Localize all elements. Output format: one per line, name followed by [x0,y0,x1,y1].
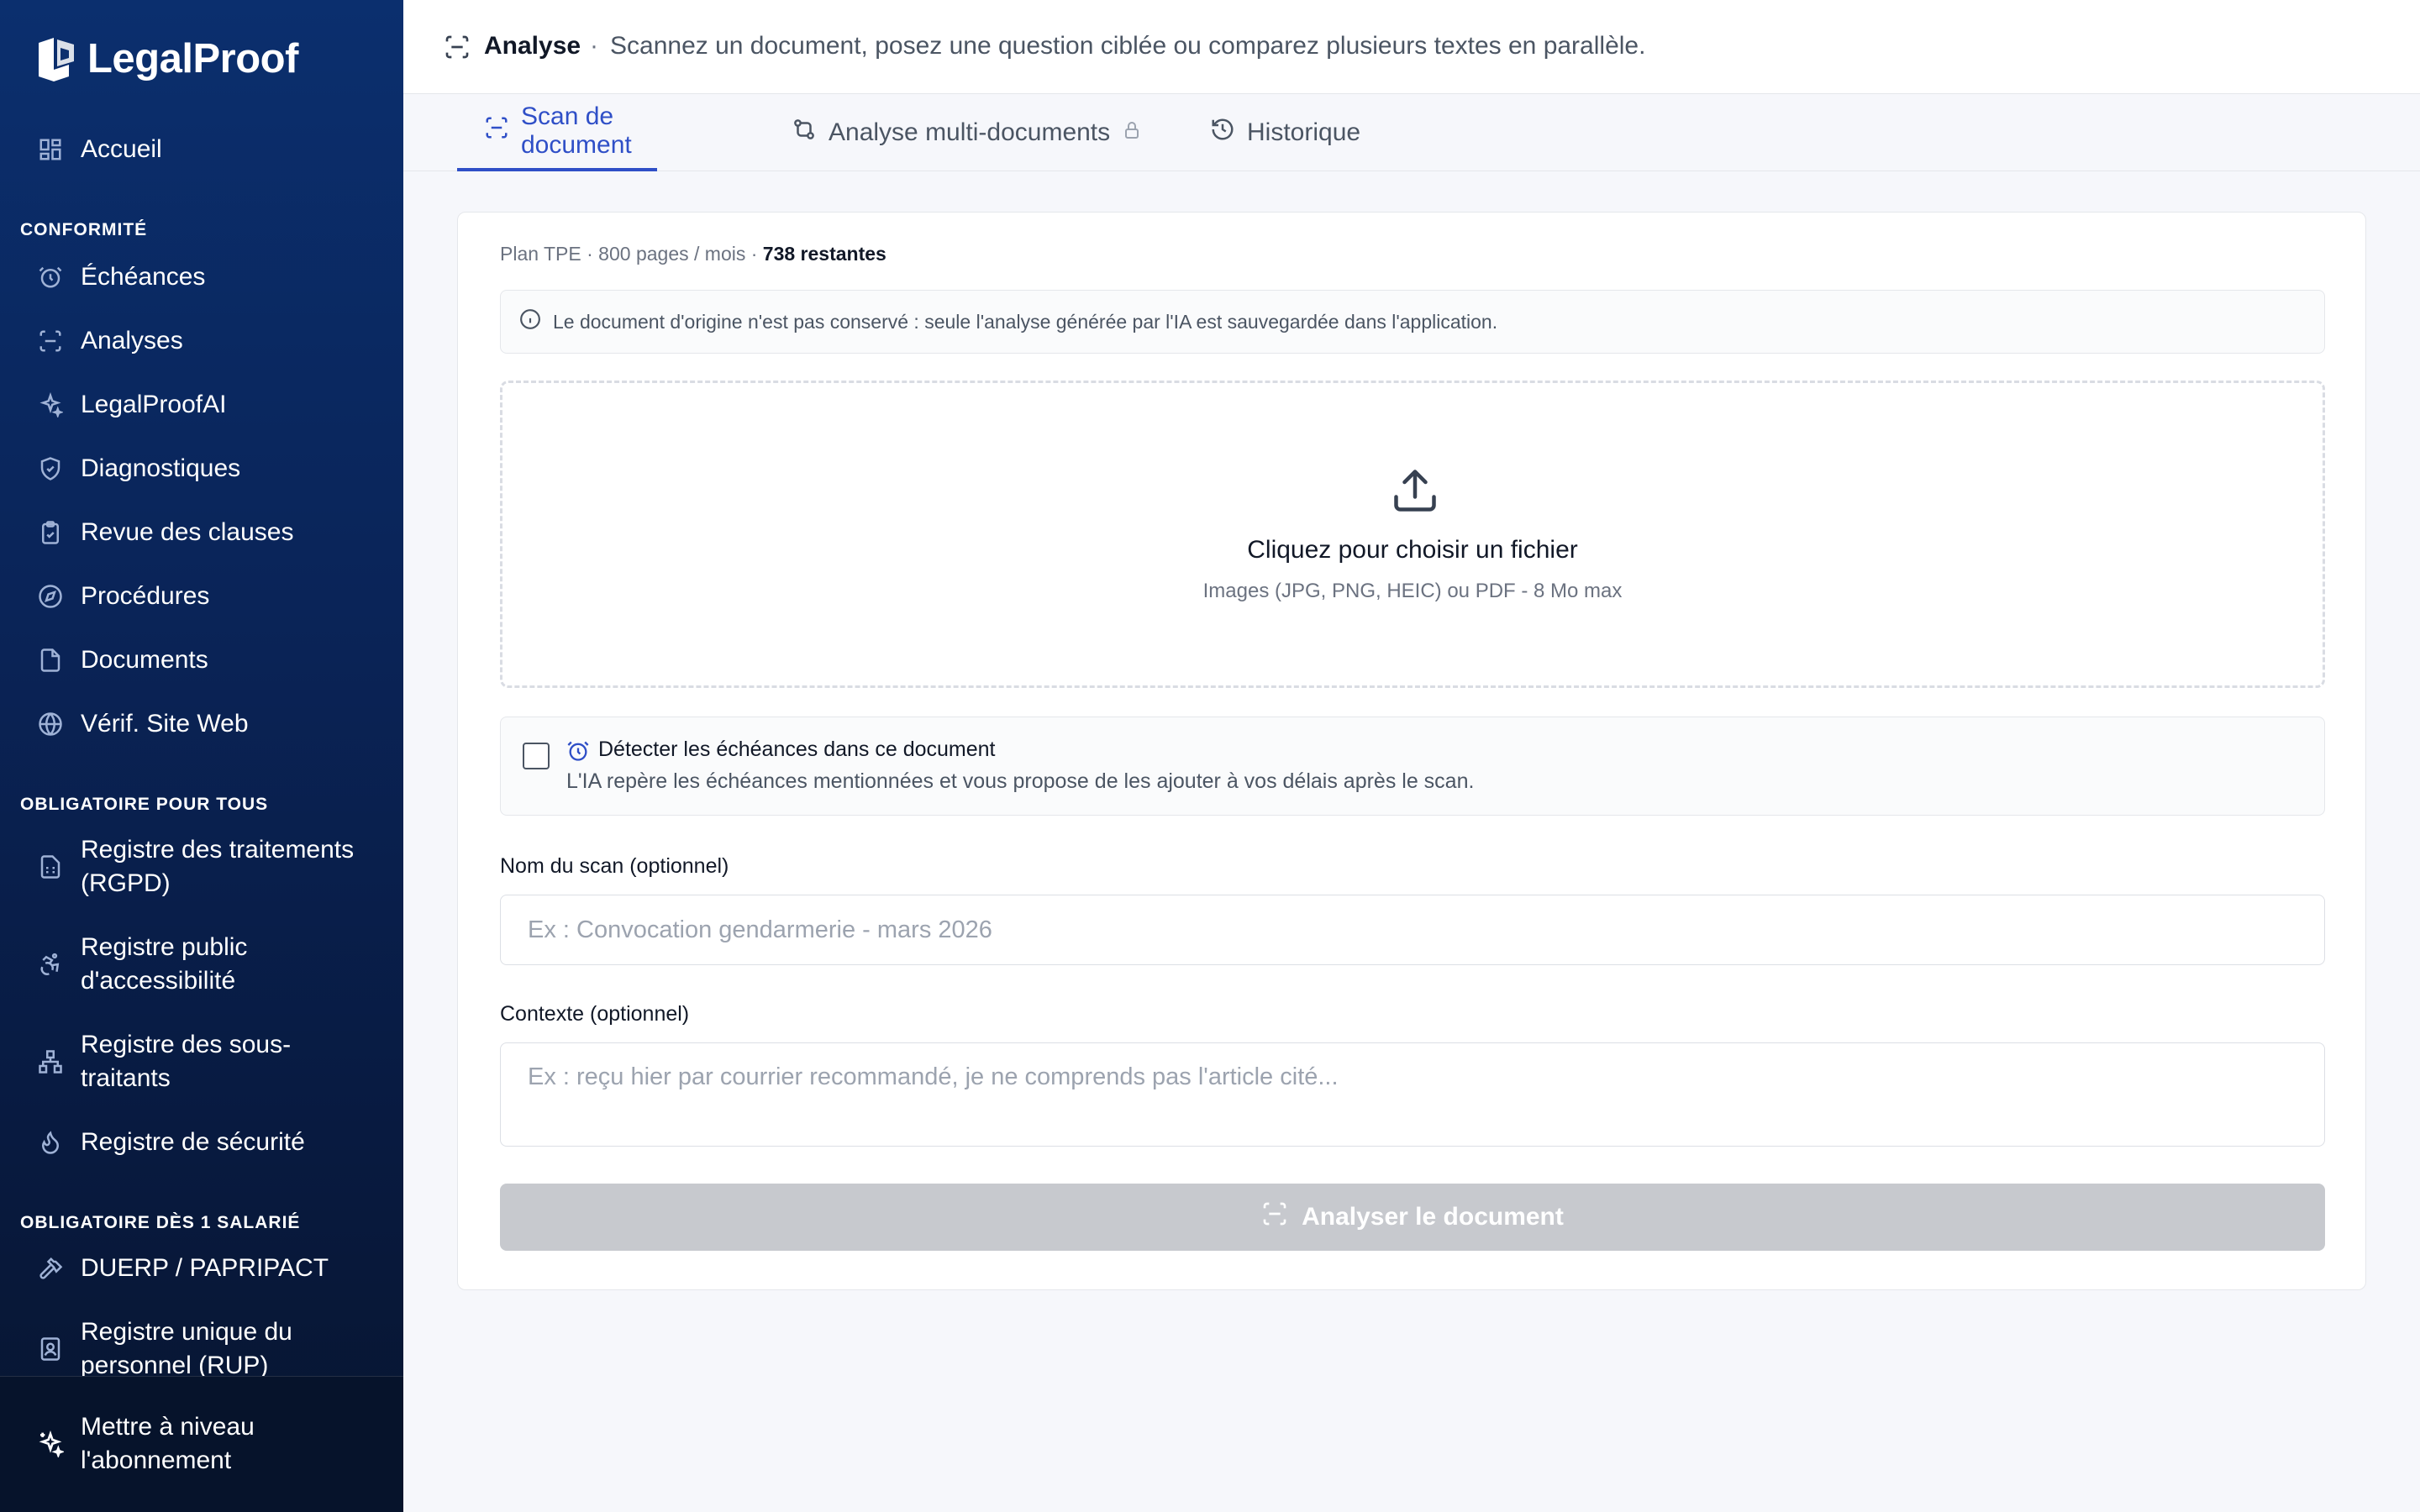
privacy-notice: Le document d'origine n'est pas conservé… [500,290,2325,354]
sparkles-icon [37,1431,64,1457]
sidebar-item-registre-accessibilite[interactable]: Registre public d'accessibilité [0,931,403,998]
tab-bar: Scan de document Analyse multi-documents… [403,94,2420,171]
sidebar-item-legalproofai[interactable]: LegalProofAI [0,388,403,422]
sidebar-item-label: Documents [81,646,208,674]
tab-historique[interactable]: Historique [1210,94,1360,171]
sidebar-item-accueil[interactable]: Accueil [0,133,403,166]
hammer-icon [37,1255,64,1282]
sidebar-item-label: Registre des traitements (RGPD) [81,836,355,897]
file-dropzone[interactable]: Cliquez pour choisir un fichier Images (… [500,381,2325,688]
legalproof-logo-icon [39,38,74,81]
sidebar-item-label: Vérif. Site Web [81,710,249,738]
sidebar-item-label: Registre public d'accessibilité [81,933,248,995]
analyze-button-label: Analyser le document [1302,1203,1564,1231]
history-icon [1210,117,1235,149]
scan-icon [1261,1200,1288,1234]
logo[interactable]: LegalProof [35,34,298,84]
detect-deadlines-title: Détecter les échéances dans ce document [598,738,996,761]
page-header: Analyse · Scannez un document, posez une… [403,0,2420,94]
section-title-obligatoire-salarie: OBLIGATOIRE DÈS 1 SALARIÉ [20,1213,301,1232]
sidebar-item-verif-site-web[interactable]: Vérif. Site Web [0,707,403,741]
dropzone-title: Cliquez pour choisir un fichier [1247,536,1578,564]
sidebar-item-registre-sous-traitants[interactable]: Registre des sous-traitants [0,1028,403,1095]
sidebar-item-registre-securite[interactable]: Registre de sécurité [0,1126,403,1159]
accessibility-icon [37,951,64,978]
scan-name-label: Nom du scan (optionnel) [500,854,729,878]
tab-analyse-multi-documents[interactable]: Analyse multi-documents [792,94,1142,171]
compass-icon [37,583,64,610]
brand-name: LegalProof [87,36,298,81]
context-label: Contexte (optionnel) [500,1002,690,1026]
scan-icon [444,34,471,65]
scan-name-input[interactable] [500,895,2325,965]
sidebar-item-label: Analyses [81,327,183,354]
file-icon [37,647,64,674]
shield-check-icon [37,455,64,482]
upgrade-section: Mettre à niveau l'abonnement [0,1376,403,1512]
upgrade-subscription-button[interactable]: Mettre à niveau l'abonnement [0,1410,403,1478]
section-title-conformite: CONFORMITÉ [20,220,148,239]
sidebar-item-registre-traitements[interactable]: Registre des traitements (RGPD) [0,833,403,900]
scan-icon [37,328,64,354]
upgrade-label: Mettre à niveau l'abonnement [81,1413,255,1474]
upload-icon [1390,465,1440,520]
detect-deadlines-description: L'IA repère les échéances mentionnées et… [566,769,1475,793]
file-spreadsheet-icon [37,853,64,880]
alarm-icon [566,739,590,767]
lock-icon [1122,118,1142,147]
sidebar-item-echeances[interactable]: Échéances [0,260,403,294]
sidebar-item-diagnostiques[interactable]: Diagnostiques [0,452,403,486]
badge-icon [37,1336,64,1362]
info-icon [519,308,541,335]
sidebar-item-label: Registre des sous-traitants [81,1031,292,1092]
page-subtitle: Scannez un document, posez une question … [610,32,1646,60]
sidebar-item-label: LegalProofAI [81,391,227,418]
detect-deadlines-checkbox[interactable] [523,743,550,769]
sidebar-item-label: Procédures [81,582,210,610]
sidebar-item-label: Revue des clauses [81,518,294,546]
git-compare-icon [792,117,817,149]
sidebar-item-label: DUERP / PAPRIPACT [81,1254,329,1282]
sidebar-item-label: Registre de sécurité [81,1128,305,1156]
tab-label: Scan de document [521,102,632,159]
page-title: Analyse [484,32,581,60]
plan-quota-text: Plan TPE · 800 pages / mois · [500,243,763,265]
sidebar-item-duerp[interactable]: DUERP / PAPRIPACT [0,1252,403,1285]
sidebar-item-procedures[interactable]: Procédures [0,580,403,613]
detect-deadlines-option: Détecter les échéances dans ce document … [500,717,2325,816]
header-separator: · [590,32,598,60]
analyze-document-button[interactable]: Analyser le document [500,1184,2325,1251]
alarm-icon [37,264,64,291]
section-title-obligatoire-tous: OBLIGATOIRE POUR TOUS [20,795,269,814]
sidebar-item-revue-clauses[interactable]: Revue des clauses [0,516,403,549]
context-textarea[interactable] [500,1042,2325,1147]
privacy-notice-text: Le document d'origine n'est pas conservé… [553,310,1498,333]
sidebar-item-registre-personnel[interactable]: Registre unique du personnel (RUP) [0,1315,403,1383]
quota-remaining: 738 restantes [762,243,886,265]
tab-label: Analyse multi-documents [829,118,1111,146]
scan-card: Plan TPE · 800 pages / mois · 738 restan… [457,212,2366,1290]
sidebar-item-label: Diagnostiques [81,454,241,482]
flame-icon [37,1129,64,1156]
sidebar-item-label: Échéances [81,263,206,291]
tab-label: Historique [1247,118,1361,146]
scan-icon [484,115,509,147]
clipboard-check-icon [37,519,64,546]
sidebar-item-label: Accueil [81,135,162,163]
dropzone-hint: Images (JPG, PNG, HEIC) ou PDF - 8 Mo ma… [1202,580,1623,602]
sparkles-icon [37,391,64,418]
sidebar-item-label: Registre unique du personnel (RUP) [81,1318,292,1379]
sidebar: LegalProof Accueil CONFORMITÉ Échéances … [0,0,403,1512]
sidebar-item-analyses[interactable]: Analyses [0,324,403,358]
network-icon [37,1048,64,1075]
globe-icon [37,711,64,738]
grid-icon [37,136,64,163]
plan-quota: Plan TPE · 800 pages / mois · 738 restan… [500,243,886,265]
tab-scan-document[interactable]: Scan de document [457,94,657,171]
sidebar-item-documents[interactable]: Documents [0,643,403,677]
